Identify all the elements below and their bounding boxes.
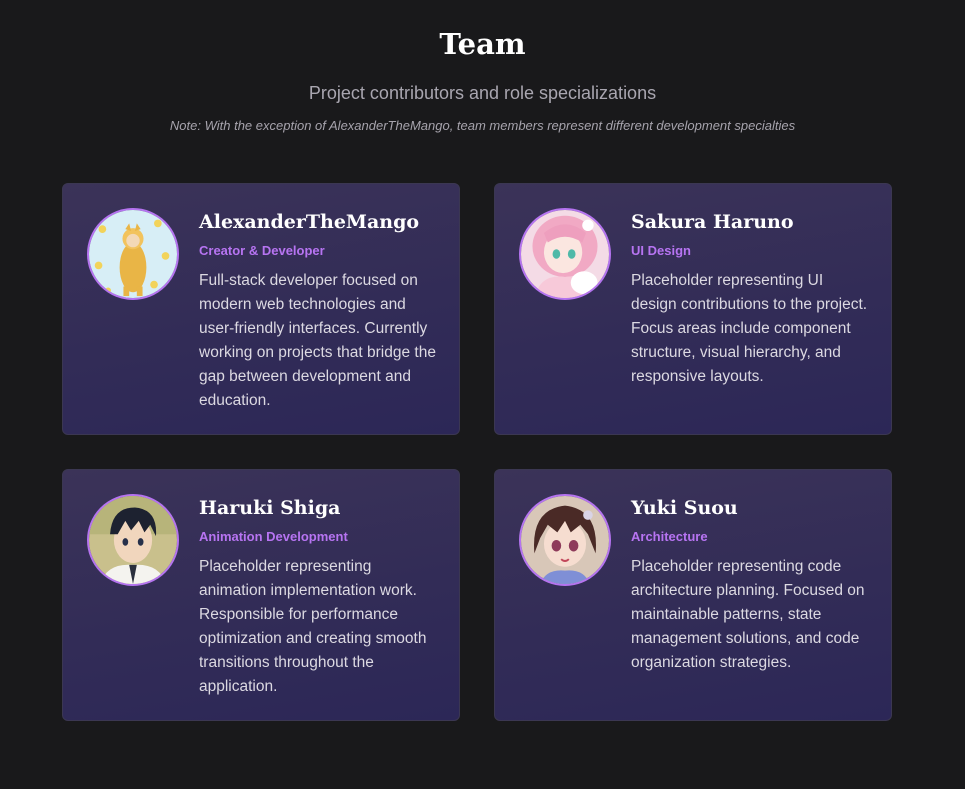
member-bio: Placeholder representing code architectu…	[631, 558, 865, 671]
team-card-haruki-shiga: Haruki Shiga Animation Development Place…	[62, 469, 460, 721]
member-bio: Full-stack developer focused on modern w…	[199, 272, 436, 409]
member-name: AlexanderTheMango	[199, 211, 420, 233]
avatar-image	[89, 496, 177, 584]
page-title: Team	[439, 27, 526, 61]
pink-hair-anime-avatar-icon	[519, 208, 611, 300]
member-role: Animation Development	[199, 529, 348, 544]
member-bio: Placeholder representing UI design contr…	[631, 272, 868, 385]
team-page: Team Project contributors and role speci…	[0, 0, 965, 789]
avatar-image	[521, 496, 609, 584]
brown-hair-anime-avatar-icon	[519, 494, 611, 586]
member-name: Yuki Suou	[631, 497, 738, 519]
page-subtitle: Project contributors and role specializa…	[308, 83, 657, 103]
member-role: Creator & Developer	[199, 243, 325, 258]
member-name: Sakura Haruno	[631, 211, 794, 233]
avatar-image	[89, 210, 177, 298]
member-role: UI Design	[631, 243, 691, 258]
page-note: Note: With the exception of AlexanderThe…	[169, 118, 796, 133]
team-card-yuki-suou: Yuki Suou Architecture Placeholder repre…	[494, 469, 892, 721]
team-card-sakura-haruno: Sakura Haruno UI Design Placeholder repr…	[494, 183, 892, 435]
team-card-alexanderthemango: AlexanderTheMango Creator & Developer Fu…	[62, 183, 460, 435]
dark-hair-anime-avatar-icon	[87, 494, 179, 586]
avatar-image	[521, 210, 609, 298]
mango-costume-avatar-icon	[87, 208, 179, 300]
member-name: Haruki Shiga	[199, 497, 341, 519]
member-role: Architecture	[631, 529, 708, 544]
member-bio: Placeholder representing animation imple…	[199, 558, 427, 695]
